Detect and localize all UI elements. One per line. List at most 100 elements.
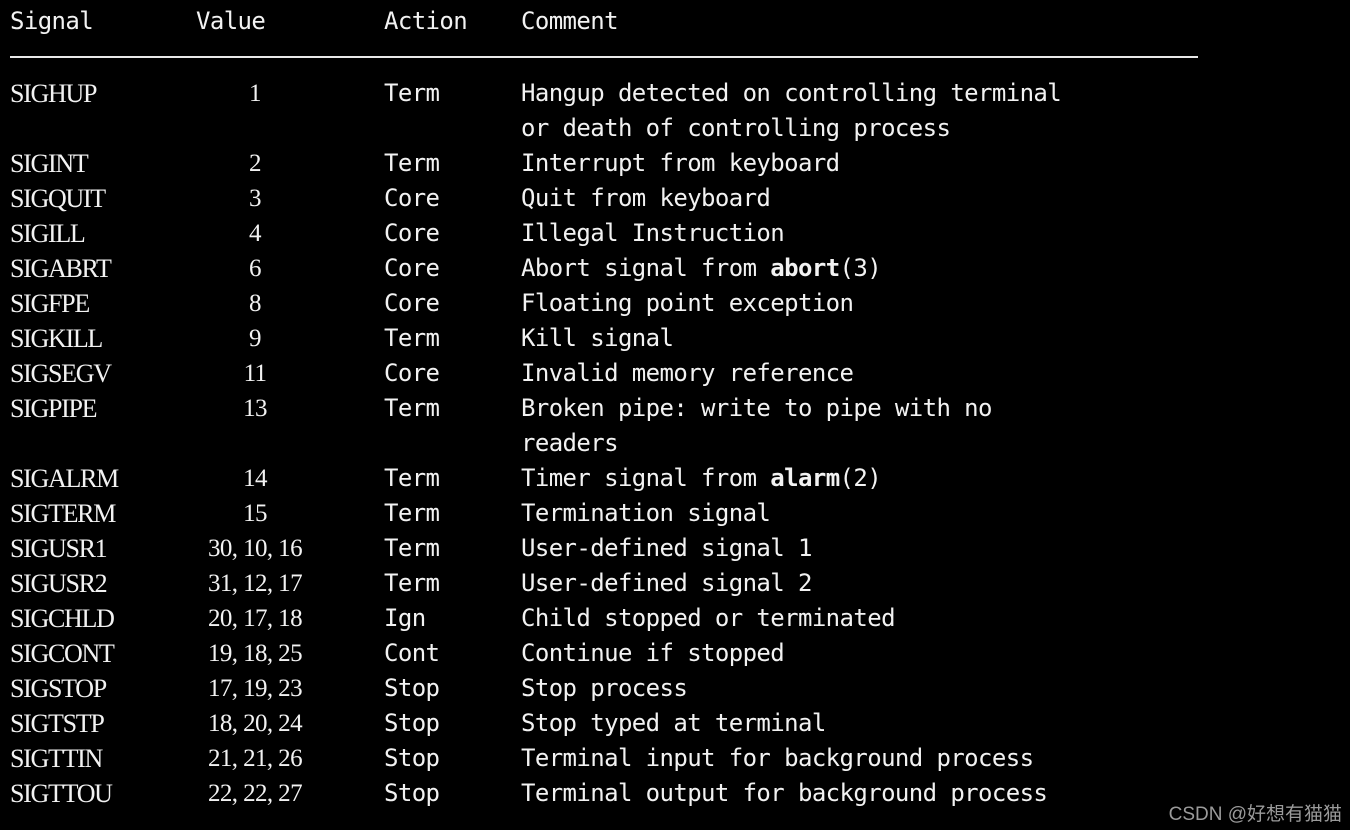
cell-comment: Stop typed at terminal xyxy=(521,709,826,737)
cell-value: 22, 22, 27 xyxy=(207,780,303,807)
cell-comment: Invalid memory reference xyxy=(521,359,854,387)
cell-signal: SIGQUIT xyxy=(10,184,106,213)
cell-value: 18, 20, 24 xyxy=(207,710,303,737)
table-row: SIGFPE 8 Core Floating point exception xyxy=(0,286,1350,321)
cell-signal: SIGALRM xyxy=(10,464,119,493)
cell-comment: Broken pipe: write to pipe with no xyxy=(521,394,992,422)
cell-comment-continuation: readers xyxy=(521,429,619,457)
cell-value: 20, 17, 18 xyxy=(207,605,303,632)
comment-text-prefix: Abort signal from xyxy=(521,254,771,282)
cell-comment-continuation: or death of controlling process xyxy=(521,114,951,142)
cell-action: Core xyxy=(384,219,440,247)
comment-manpage-section: (3) xyxy=(839,254,882,282)
cell-action: Term xyxy=(384,324,440,352)
cell-value: 14 xyxy=(243,465,267,492)
comment-manpage-section: (2) xyxy=(839,464,882,492)
cell-comment: Floating point exception xyxy=(521,289,854,317)
comment-text-prefix: Timer signal from xyxy=(521,464,771,492)
cell-value: 4 xyxy=(249,220,262,247)
cell-signal: SIGCONT xyxy=(10,639,115,668)
cell-value: 21, 21, 26 xyxy=(207,745,303,772)
table-row: SIGINT 2 Term Interrupt from keyboard xyxy=(0,146,1350,181)
cell-action: Term xyxy=(384,499,440,527)
cell-value: 1 xyxy=(249,80,262,107)
cell-signal: SIGUSR1 xyxy=(10,534,108,563)
table-row: SIGSEGV 11 Core Invalid memory reference xyxy=(0,356,1350,391)
cell-comment: Illegal Instruction xyxy=(521,219,785,247)
cell-action: Term xyxy=(384,569,440,597)
table-row: SIGPIPE 13 Term Broken pipe: write to pipe … xyxy=(0,391,1350,426)
table-header-row: Signal Value Action Comment xyxy=(0,4,1350,39)
cell-comment: Quit from keyboard xyxy=(521,184,771,212)
cell-signal: SIGTTOU xyxy=(10,779,113,808)
table-row: SIGALRM 14 Term Timer signal from alarm(2) xyxy=(0,461,1350,496)
comment-manpage-reference: abort xyxy=(770,254,840,282)
cell-value: 19, 18, 25 xyxy=(207,640,303,667)
table-row: SIGTSTP 18, 20, 24 Stop Stop typed at termi… xyxy=(0,706,1350,741)
cell-value: 8 xyxy=(249,290,262,317)
cell-comment: Interrupt from keyboard xyxy=(521,149,840,177)
cell-signal: SIGPIPE xyxy=(10,394,98,423)
cell-signal: SIGHUP xyxy=(10,79,97,108)
column-header-action: Action xyxy=(384,7,468,35)
cell-value: 2 xyxy=(249,150,262,177)
table-row: SIGCHLD 20, 17, 18 Ign Child stopped or ter… xyxy=(0,601,1350,636)
table-row: SIGUSR2 31, 12, 17 Term User-defined signal… xyxy=(0,566,1350,601)
cell-value: 6 xyxy=(249,255,262,282)
cell-comment: Stop process xyxy=(521,674,688,702)
column-header-comment: Comment xyxy=(521,7,619,35)
cell-comment: Timer signal from alarm(2) xyxy=(521,461,1341,496)
cell-action: Core xyxy=(384,289,440,317)
table-row: SIGTERM 15 Term Termination signal xyxy=(0,496,1350,531)
cell-action: Stop xyxy=(384,674,440,702)
cell-action: Cont xyxy=(384,639,440,667)
cell-signal: SIGTSTP xyxy=(10,709,105,738)
table-row: SIGKILL 9 Term Kill signal xyxy=(0,321,1350,356)
cell-signal: SIGFPE xyxy=(10,289,90,318)
cell-value: 3 xyxy=(249,185,262,212)
cell-comment: User-defined signal 2 xyxy=(521,569,812,597)
cell-value: 17, 19, 23 xyxy=(207,675,303,702)
cell-signal: SIGILL xyxy=(10,219,86,248)
cell-comment: Abort signal from abort(3) xyxy=(521,251,1341,286)
cell-signal: SIGINT xyxy=(10,149,89,178)
cell-signal: SIGABRT xyxy=(10,254,112,283)
table-row: SIGUSR1 30, 10, 16 Term User-defined signal… xyxy=(0,531,1350,566)
cell-action: Core xyxy=(384,254,440,282)
header-divider xyxy=(10,56,1198,58)
cell-action: Ign xyxy=(384,604,426,632)
table-row: SIGHUP 1 Term Hangup detected on controllin… xyxy=(0,76,1350,111)
cell-action: Term xyxy=(384,394,440,422)
cell-comment: Terminal input for background process xyxy=(521,744,1034,772)
cell-comment: Child stopped or terminated xyxy=(521,604,896,632)
cell-signal: SIGTTIN xyxy=(10,744,103,773)
cell-signal: SIGUSR2 xyxy=(10,569,108,598)
cell-signal: SIGSEGV xyxy=(10,359,112,388)
comment-manpage-reference: alarm xyxy=(770,464,840,492)
cell-signal: SIGTERM xyxy=(10,499,116,528)
cell-value: 31, 12, 17 xyxy=(207,570,303,597)
cell-comment: User-defined signal 1 xyxy=(521,534,812,562)
signal-table: Signal Value Action Comment SIGHUP 1 Term H… xyxy=(0,0,1350,830)
cell-value: 13 xyxy=(243,395,267,422)
cell-comment: Continue if stopped xyxy=(521,639,785,667)
table-row: SIGCONT 19, 18, 25 Cont Continue if stopped xyxy=(0,636,1350,671)
cell-signal: SIGSTOP xyxy=(10,674,107,703)
cell-value: 15 xyxy=(243,500,267,527)
cell-signal: SIGCHLD xyxy=(10,604,115,633)
cell-signal: SIGKILL xyxy=(10,324,103,353)
cell-action: Term xyxy=(384,464,440,492)
cell-action: Stop xyxy=(384,709,440,737)
column-header-signal: Signal xyxy=(10,7,94,35)
cell-action: Core xyxy=(384,184,440,212)
cell-action: Term xyxy=(384,79,440,107)
cell-value: 30, 10, 16 xyxy=(207,535,303,562)
cell-action: Core xyxy=(384,359,440,387)
cell-comment: Kill signal xyxy=(521,324,674,352)
cell-value: 11 xyxy=(243,360,267,387)
cell-action: Stop xyxy=(384,744,440,772)
cell-action: Stop xyxy=(384,779,440,807)
table-row: SIGQUIT 3 Core Quit from keyboard xyxy=(0,181,1350,216)
watermark: CSDN @好想有猫猫 xyxy=(1168,804,1342,825)
table-row: SIGILL 4 Core Illegal Instruction xyxy=(0,216,1350,251)
